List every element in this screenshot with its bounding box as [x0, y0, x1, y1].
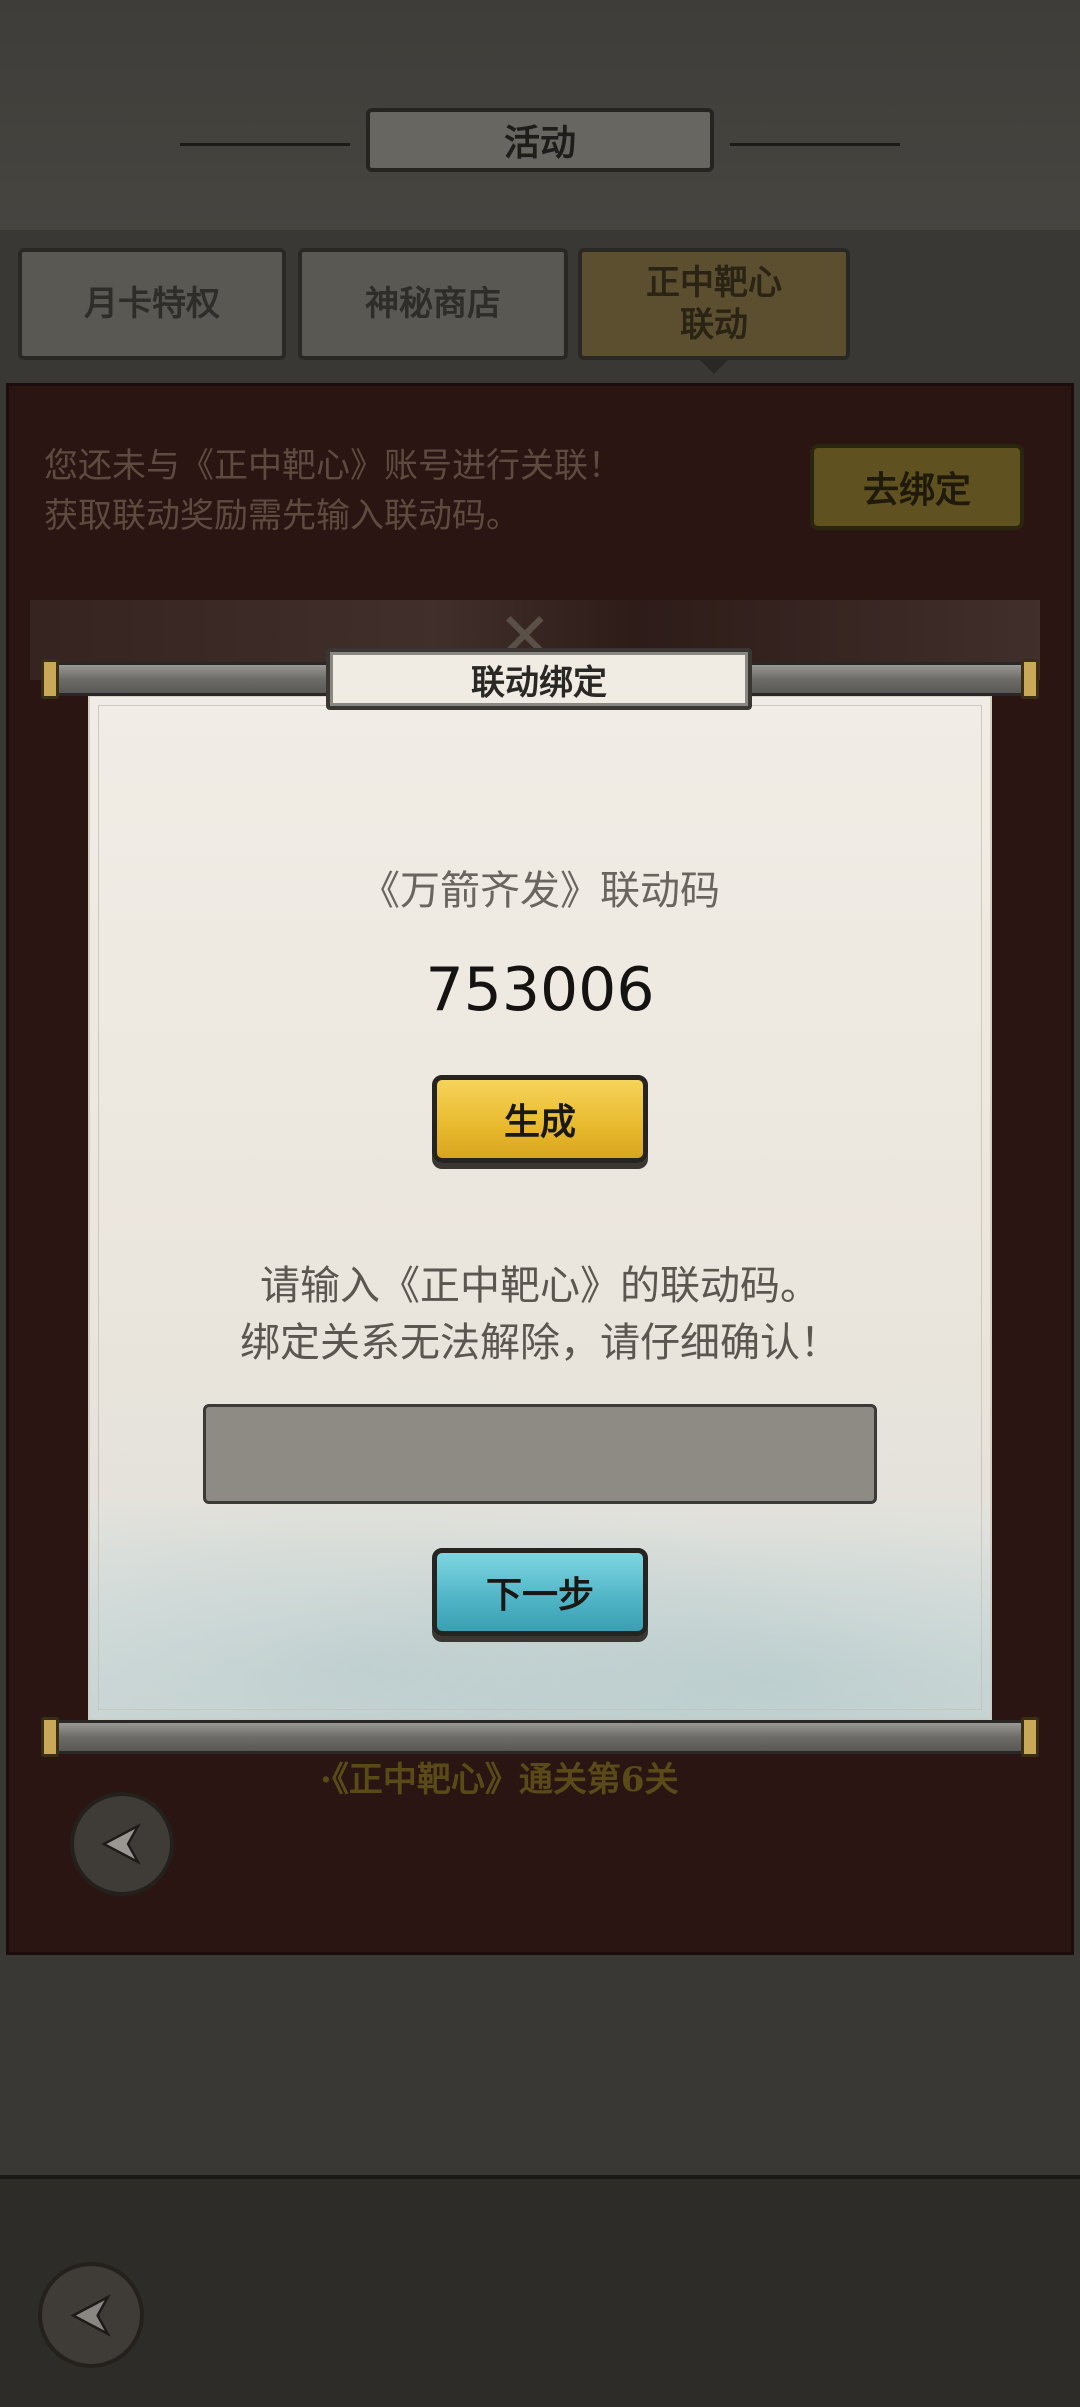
event-notice-line1: 您还未与《正中靶心》账号进行关联！	[44, 446, 622, 486]
scroll-rod-cap	[41, 1717, 59, 1757]
event-notice-line2: 获取联动奖励需先输入联动码。	[44, 496, 520, 536]
active-tab-pointer	[700, 360, 728, 374]
event-requirement: ·《正中靶心》通关第6关	[320, 1760, 679, 1800]
go-bind-button[interactable]: 去绑定	[810, 444, 1024, 530]
collab-code-value: 753006	[425, 955, 655, 1025]
generate-button[interactable]: 生成	[432, 1075, 648, 1163]
tab-collab[interactable]: 正中靶心 联动	[578, 248, 850, 360]
back-arrow-icon	[70, 2293, 111, 2337]
tab-collab-label-line1: 正中靶心	[646, 263, 782, 303]
tab-mystery-shop[interactable]: 神秘商店	[298, 248, 568, 360]
scroll-rod-cap	[1021, 1717, 1039, 1757]
scroll-rod-cap	[1021, 659, 1039, 699]
collab-code-input[interactable]	[203, 1404, 877, 1504]
bottom-bar	[0, 2175, 1080, 2407]
back-button[interactable]	[70, 1792, 174, 1896]
instruction-line2: 绑定关系无法解除，请仔细确认！	[240, 1320, 840, 1366]
back-arrow-icon	[101, 1823, 142, 1865]
dialog-title: 联动绑定	[326, 648, 752, 710]
scroll-rod-cap	[41, 659, 59, 699]
collab-code-label: 《万箭齐发》联动码	[360, 868, 720, 914]
tab-collab-label-line2: 联动	[680, 305, 748, 345]
instruction-line1: 请输入《正中靶心》的联动码。	[260, 1263, 820, 1309]
page-title: 活动	[366, 108, 714, 172]
title-divider-right	[730, 143, 900, 146]
tab-monthly-card[interactable]: 月卡特权	[18, 248, 286, 360]
scroll-rod-bottom	[41, 1717, 1039, 1757]
bottom-back-button[interactable]	[38, 2262, 144, 2368]
next-step-button[interactable]: 下一步	[432, 1548, 648, 1636]
title-divider-left	[180, 143, 350, 146]
